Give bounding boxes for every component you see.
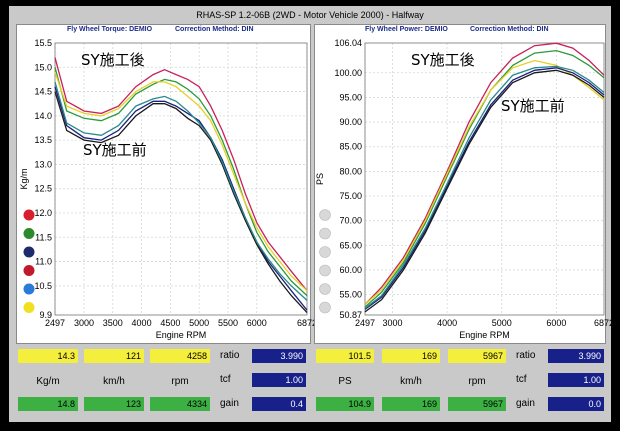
legend-dot <box>319 283 331 295</box>
y-tick-label: 65.00 <box>339 240 362 250</box>
x-tick-label: 2497 <box>45 318 65 328</box>
y-tick-label: 11.5 <box>35 232 52 242</box>
x-tick-label: 3500 <box>103 318 123 328</box>
x-axis-label: Engine RPM <box>459 330 510 340</box>
annotation-label: SY施工前 <box>501 97 565 115</box>
y-axis-label: Kg/m <box>19 168 29 189</box>
x-tick-label: 4000 <box>132 318 152 328</box>
torque-value-peak: 14.8 <box>18 397 78 411</box>
rpm-value-peak: 5967 <box>448 397 506 411</box>
legend-dot <box>319 209 331 221</box>
legend-dot <box>319 264 331 277</box>
gain-label: gain <box>516 398 535 409</box>
y-tick-label: 13.5 <box>34 135 52 145</box>
annotation-label: SY施工前 <box>83 141 147 159</box>
tcf-label: tcf <box>516 374 527 385</box>
y-tick-label: 55.00 <box>339 290 362 300</box>
x-tick-label: 4500 <box>160 318 180 328</box>
legend-dot <box>23 209 35 221</box>
plot-frame <box>54 42 308 316</box>
y-tick-label: 85.00 <box>339 142 362 152</box>
series-line-5 <box>364 69 605 313</box>
rpm-unit: rpm <box>468 376 486 387</box>
speed-unit: km/h <box>103 376 125 387</box>
y-tick-label: 80.00 <box>339 166 362 176</box>
legend-dot <box>319 227 331 240</box>
x-tick-label: 3000 <box>382 318 402 328</box>
rpm-value-current: 4258 <box>150 349 210 363</box>
y-tick-label: 60.00 <box>339 265 362 275</box>
y-tick-label: 75.00 <box>339 191 362 201</box>
power-panel: Fly Wheel Power: DEMIO Correction Method… <box>314 24 614 344</box>
y-tick-label: 15.0 <box>34 62 52 72</box>
y-axis-label: PS <box>315 173 325 185</box>
rpm-unit: rpm <box>171 376 189 387</box>
speed-unit: km/h <box>400 376 422 387</box>
gain-label: gain <box>220 398 239 409</box>
tcf-label: tcf <box>220 374 231 385</box>
speed-value-current: 169 <box>382 349 440 363</box>
x-tick-label: 4000 <box>437 318 457 328</box>
series-line-1 <box>54 57 308 292</box>
tcf-value: 1.00 <box>548 373 604 387</box>
x-tick-label: 6000 <box>247 318 267 328</box>
annotation-label: SY施工後 <box>411 51 475 69</box>
x-tick-label: 5000 <box>189 318 209 328</box>
y-tick-label: 10.5 <box>34 281 52 291</box>
power-chart: 50.8755.0060.0065.0070.0075.0080.0085.00… <box>315 38 614 340</box>
y-tick-label: 11.0 <box>35 257 52 267</box>
series-line-4 <box>54 86 308 311</box>
speed-value-peak: 123 <box>84 397 144 411</box>
y-tick-label: 14.5 <box>34 87 52 97</box>
x-tick-label: 3000 <box>74 318 94 328</box>
x-tick-label: 2497 <box>355 318 375 328</box>
legend-dot <box>23 265 35 276</box>
app-window: RHAS-SP 1.2-06B (2WD - Motor Vehicle 200… <box>9 6 614 422</box>
torque-panel: Fly Wheel Torque: DEMIO Correction Metho… <box>16 24 317 344</box>
annotation-label: SY施工後 <box>81 51 145 69</box>
legend-dot <box>319 301 331 314</box>
window-title: RHAS-SP 1.2-06B (2WD - Motor Vehicle 200… <box>196 10 424 20</box>
torque-readout: 14.3 121 4258 Kg/m km/h rpm 14.8 123 433… <box>16 346 306 418</box>
tcf-value: 1.00 <box>252 373 306 387</box>
x-tick-label: 6000 <box>546 318 566 328</box>
legend-dot <box>23 302 35 313</box>
series-line-5 <box>54 91 308 314</box>
power-readout: 101.5 169 5967 PS km/h rpm 104.9 169 596… <box>314 346 604 418</box>
y-tick-label: 95.00 <box>339 92 362 102</box>
torque-unit: Kg/m <box>36 376 60 387</box>
rpm-value-peak: 4334 <box>150 397 210 411</box>
ratio-label: ratio <box>220 350 240 361</box>
y-tick-label: 13.0 <box>34 159 52 169</box>
legend-dot <box>23 283 35 295</box>
y-tick-label: 106.04 <box>334 38 362 48</box>
rpm-value-current: 5967 <box>448 349 506 363</box>
legend-dot <box>23 228 35 239</box>
y-tick-label: 70.00 <box>339 216 362 226</box>
legend-dot <box>23 246 35 258</box>
y-tick-label: 100.00 <box>334 68 362 78</box>
speed-value-peak: 169 <box>382 397 440 411</box>
x-axis-label: Engine RPM <box>156 330 207 340</box>
gain-value: 0.4 <box>252 397 306 411</box>
ratio-label: ratio <box>516 350 536 361</box>
power-value-current: 101.5 <box>316 349 374 363</box>
power-unit: PS <box>338 376 352 387</box>
x-tick-label: 6872 <box>594 318 614 328</box>
ratio-value: 3.990 <box>548 349 604 363</box>
y-tick-label: 14.0 <box>34 111 52 121</box>
gain-value: 0.0 <box>548 397 604 411</box>
speed-value-current: 121 <box>84 349 144 363</box>
x-tick-label: 5500 <box>218 318 238 328</box>
y-tick-label: 15.5 <box>34 38 52 48</box>
torque-chart: 9.910.511.011.512.012.513.013.514.014.51… <box>19 38 317 340</box>
y-tick-label: 12.0 <box>34 208 52 218</box>
legend-dot <box>319 246 331 258</box>
power-value-peak: 104.9 <box>316 397 374 411</box>
y-tick-label: 90.00 <box>339 117 362 127</box>
x-tick-label: 5000 <box>492 318 512 328</box>
ratio-value: 3.990 <box>252 349 306 363</box>
y-tick-label: 12.5 <box>34 184 52 194</box>
torque-value-current: 14.3 <box>18 349 78 363</box>
